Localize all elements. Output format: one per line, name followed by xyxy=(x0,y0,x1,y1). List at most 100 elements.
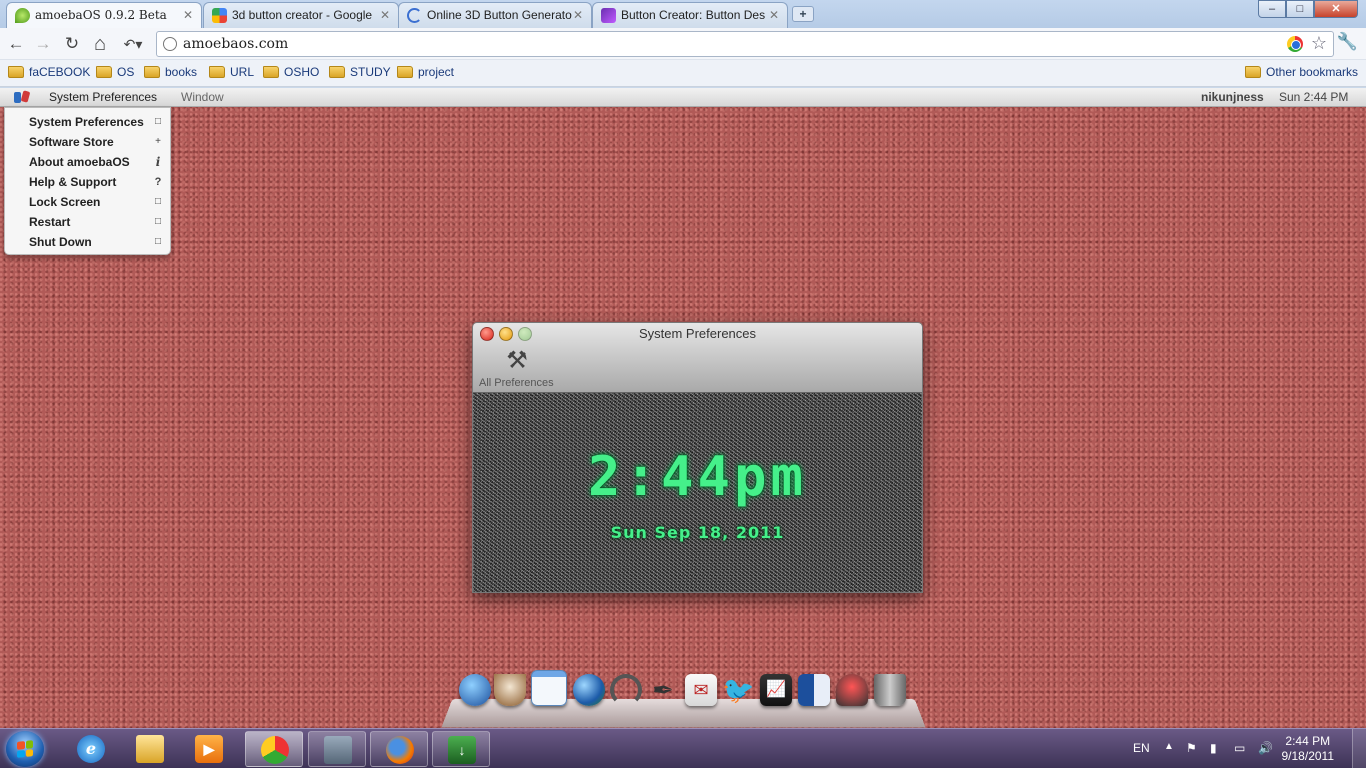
window-controls: – □ ✕ xyxy=(1258,0,1358,18)
bookmark-folder-project[interactable]: project xyxy=(397,65,454,79)
bird-icon[interactable]: 🐦 xyxy=(722,674,754,706)
menu-app-name[interactable]: System Preferences xyxy=(49,90,157,104)
menu-item-label: System Preferences xyxy=(29,115,144,129)
menubar-username[interactable]: nikunjness xyxy=(1201,90,1264,104)
pen-icon[interactable]: ✒ xyxy=(647,674,679,706)
clock-date: 9/18/2011 xyxy=(1281,749,1335,763)
power-icon: □ xyxy=(154,236,162,247)
chrome-icon xyxy=(261,736,289,764)
menu-item-help[interactable]: Help & Support? xyxy=(5,172,170,192)
wrench-menu-icon[interactable]: 🔧 xyxy=(1337,32,1358,52)
folder-icon xyxy=(329,66,345,78)
menu-item-software-store[interactable]: Software Store + xyxy=(5,132,170,152)
chrome-extension-icon[interactable] xyxy=(1287,36,1303,52)
menu-item-restart[interactable]: Restart □ xyxy=(5,212,170,232)
tab-online-3d-button[interactable]: Online 3D Button Generato ✕ xyxy=(398,2,592,28)
menu-item-about[interactable]: About amoebaOS i xyxy=(5,152,170,172)
taskbar-chrome[interactable] xyxy=(245,731,303,767)
show-desktop-button[interactable] xyxy=(1352,729,1366,768)
amoeba-system-menu: System Preferences □ Software Store + Abou… xyxy=(4,107,171,255)
taskbar-internet-explorer[interactable]: e xyxy=(62,731,120,767)
menu-window[interactable]: Window xyxy=(181,90,224,104)
url-text[interactable]: amoebaos.com xyxy=(183,36,288,52)
battery-icon[interactable]: ▮ xyxy=(1210,741,1217,755)
bookmark-star-icon[interactable]: ☆ xyxy=(1311,33,1327,54)
reload-button[interactable]: ↻ xyxy=(60,32,84,56)
media-player-icon: ▶ xyxy=(195,735,223,763)
menu-item-lock-screen[interactable]: Lock Screen □ xyxy=(5,192,170,212)
taskbar-download-manager[interactable]: ↓ xyxy=(432,731,490,767)
tab-amoebaos[interactable]: amoebaOS 0.9.2 Beta ✕ xyxy=(6,2,202,29)
all-preferences-label[interactable]: All Preferences xyxy=(479,377,554,389)
bookmark-folder-study[interactable]: STUDY xyxy=(329,65,391,79)
clock-time: 2:44 PM xyxy=(1285,734,1331,748)
other-bookmarks-folder[interactable]: Other bookmarks xyxy=(1245,65,1358,79)
new-tab-button[interactable]: + xyxy=(792,6,814,22)
forward-button[interactable]: → xyxy=(31,32,55,56)
mail-icon[interactable]: ✉ xyxy=(685,674,717,706)
tab-close-icon[interactable]: ✕ xyxy=(380,3,390,27)
system-clock[interactable]: 2:44 PM 9/18/2011 xyxy=(1282,734,1335,764)
folder-icon xyxy=(209,66,225,78)
question-icon: ? xyxy=(154,176,162,188)
window-titlebar[interactable]: System Preferences ⚒ All Preferences xyxy=(473,323,922,393)
window-icon: □ xyxy=(154,116,162,127)
tab-google-search[interactable]: 3d button creator - Google ✕ xyxy=(203,2,399,28)
action-center-flag-icon[interactable]: ⚑ xyxy=(1186,741,1197,755)
bookmark-folder-url[interactable]: URL xyxy=(209,65,254,79)
earth-icon[interactable] xyxy=(573,674,605,706)
browser-tab-bar: amoebaOS 0.9.2 Beta ✕ 3d button creator … xyxy=(0,0,1366,29)
windows-taskbar: e ▶ ↓ EN ▲ ⚑ ▮ ▭ 🔊 2:44 PM 9/18/2011 xyxy=(0,728,1366,768)
start-button[interactable] xyxy=(6,731,44,767)
folder-icon xyxy=(144,66,160,78)
bookmark-label: URL xyxy=(230,65,255,79)
maximize-button[interactable]: □ xyxy=(1286,0,1314,18)
history-button[interactable]: ↶▾ xyxy=(116,32,150,56)
taskbar-media-player[interactable]: ▶ xyxy=(180,731,238,767)
tools-icon[interactable]: ⚒ xyxy=(503,347,531,375)
globe-icon[interactable] xyxy=(459,674,491,706)
tab-close-icon[interactable]: ✕ xyxy=(769,3,779,27)
folder-icon xyxy=(1245,66,1261,78)
menu-item-label: About amoebaOS xyxy=(29,155,130,169)
menu-item-system-preferences[interactable]: System Preferences □ xyxy=(5,112,170,132)
amoeba-dock: ✒ ✉ 🐦 📈 xyxy=(441,668,926,728)
folder-icon xyxy=(96,66,112,78)
menu-item-shut-down[interactable]: Shut Down □ xyxy=(5,232,170,252)
paint-icon[interactable] xyxy=(836,674,868,706)
bookmark-folder-books[interactable]: books xyxy=(144,65,197,79)
computer-icon xyxy=(324,736,352,764)
taskbar-computer[interactable] xyxy=(308,731,366,767)
window-icon[interactable] xyxy=(531,670,567,706)
close-window-button[interactable]: ✕ xyxy=(1314,0,1358,18)
lock-icon: □ xyxy=(154,196,162,207)
volume-icon[interactable]: 🔊 xyxy=(1258,741,1273,755)
address-bar[interactable]: amoebaos.com ☆ xyxy=(156,31,1334,57)
taskbar-firefox[interactable] xyxy=(370,731,428,767)
tab-close-icon[interactable]: ✕ xyxy=(573,3,583,27)
book-icon[interactable] xyxy=(798,674,830,706)
language-indicator[interactable]: EN xyxy=(1133,741,1150,755)
trash-icon[interactable] xyxy=(874,674,906,706)
bookmark-folder-os[interactable]: OS xyxy=(96,65,134,79)
show-hidden-icons-icon[interactable]: ▲ xyxy=(1164,741,1174,752)
folder-icon xyxy=(397,66,413,78)
download-manager-icon: ↓ xyxy=(448,736,476,764)
taskbar-windows-explorer[interactable] xyxy=(121,731,179,767)
bookmark-folder-facebook[interactable]: faCEBOOK xyxy=(8,65,90,79)
tab-button-creator[interactable]: Button Creator: Button Des ✕ xyxy=(592,2,788,28)
headphones-icon[interactable] xyxy=(610,674,642,706)
button-creator-favicon-icon xyxy=(601,8,616,23)
coffee-cup-icon[interactable] xyxy=(494,674,526,706)
bookmark-label: faCEBOOK xyxy=(29,65,91,79)
back-button[interactable]: ← xyxy=(4,32,28,56)
chart-icon[interactable]: 📈 xyxy=(760,674,792,706)
home-button[interactable]: ⌂ xyxy=(88,32,112,56)
amoeba-logo-icon[interactable] xyxy=(14,90,31,104)
system-preferences-window: System Preferences ⚒ All Preferences 2:4… xyxy=(472,322,923,593)
network-icon[interactable]: ▭ xyxy=(1234,741,1245,755)
bookmark-folder-osho[interactable]: OSHO xyxy=(263,65,319,79)
tab-close-icon[interactable]: ✕ xyxy=(183,3,193,27)
window-title: System Preferences xyxy=(638,326,757,341)
minimize-button[interactable]: – xyxy=(1258,0,1286,18)
